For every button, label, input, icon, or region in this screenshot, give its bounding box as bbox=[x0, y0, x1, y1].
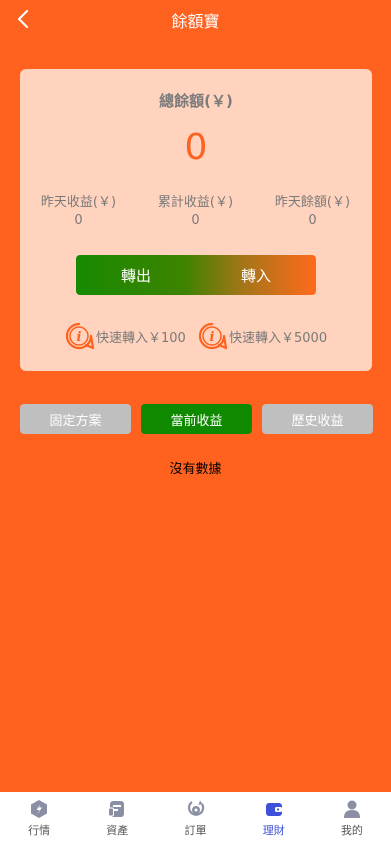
wallet-icon bbox=[265, 803, 282, 816]
tab-label: 我的 bbox=[340, 824, 363, 837]
stat-cumulative-income: 累計收益(￥) 0 bbox=[137, 191, 254, 228]
svg-text:i: i bbox=[210, 330, 215, 345]
quick-transfer-100-button[interactable]: i 快速轉入￥100 bbox=[64, 321, 186, 351]
total-balance-label: 總餘額(￥) bbox=[159, 92, 233, 110]
tab-profile[interactable]: 我的 bbox=[313, 792, 391, 844]
stat-value: 0 bbox=[74, 213, 83, 228]
tab-label: 資產 bbox=[106, 824, 129, 837]
stat-label: 昨天餘額(￥) bbox=[274, 195, 351, 210]
filter-history-income-button[interactable]: 歷史收益 bbox=[262, 404, 373, 434]
stat-yesterday-balance: 昨天餘額(￥) 0 bbox=[254, 191, 371, 228]
info-icon: i bbox=[198, 322, 227, 350]
filter-fixed-plan-button[interactable]: 固定方案 bbox=[20, 404, 131, 434]
tab-assets[interactable]: 資產 bbox=[78, 792, 156, 844]
stat-value: 0 bbox=[308, 213, 317, 228]
svg-text:i: i bbox=[77, 330, 82, 345]
stat-label: 昨天收益(￥) bbox=[40, 195, 117, 210]
tab-label: 訂單 bbox=[184, 824, 207, 837]
assets-icon bbox=[108, 801, 125, 817]
bottom-tab-bar: 行情 資產 訂單 理財 我的 bbox=[0, 792, 391, 844]
stat-yesterday-income: 昨天收益(￥) 0 bbox=[20, 191, 137, 228]
transfer-buttons: 轉出 轉入 bbox=[76, 255, 316, 295]
tab-label: 理財 bbox=[262, 824, 285, 837]
stat-label: 累計收益(￥) bbox=[157, 195, 234, 210]
quick-transfer-label: 快速轉入￥5000 bbox=[229, 330, 328, 346]
total-balance-value: 0 bbox=[184, 127, 208, 168]
quick-transfer-label: 快速轉入￥100 bbox=[96, 330, 186, 346]
top-bar: 餘額寶 bbox=[0, 0, 391, 38]
market-icon bbox=[31, 800, 48, 818]
tab-market[interactable]: 行情 bbox=[0, 792, 78, 844]
profile-icon bbox=[343, 800, 360, 818]
page-title: 餘額寶 bbox=[171, 12, 220, 31]
balance-card: 總餘額(￥) 0 昨天收益(￥) 0 累計收益(￥) 0 昨天餘額(￥) 0 轉… bbox=[20, 69, 372, 371]
orders-icon bbox=[187, 800, 204, 816]
tab-finance[interactable]: 理財 bbox=[235, 792, 313, 844]
transfer-out-button[interactable]: 轉出 bbox=[76, 255, 196, 295]
transfer-in-button[interactable]: 轉入 bbox=[196, 255, 316, 295]
stat-value: 0 bbox=[191, 213, 200, 228]
quick-transfer-5000-button[interactable]: i 快速轉入￥5000 bbox=[197, 321, 327, 351]
info-icon: i bbox=[65, 322, 94, 350]
tab-label: 行情 bbox=[28, 824, 51, 837]
filter-current-income-button[interactable]: 當前收益 bbox=[141, 404, 252, 434]
empty-state-text: 沒有數據 bbox=[169, 462, 222, 477]
tab-orders[interactable]: 訂單 bbox=[156, 792, 234, 844]
